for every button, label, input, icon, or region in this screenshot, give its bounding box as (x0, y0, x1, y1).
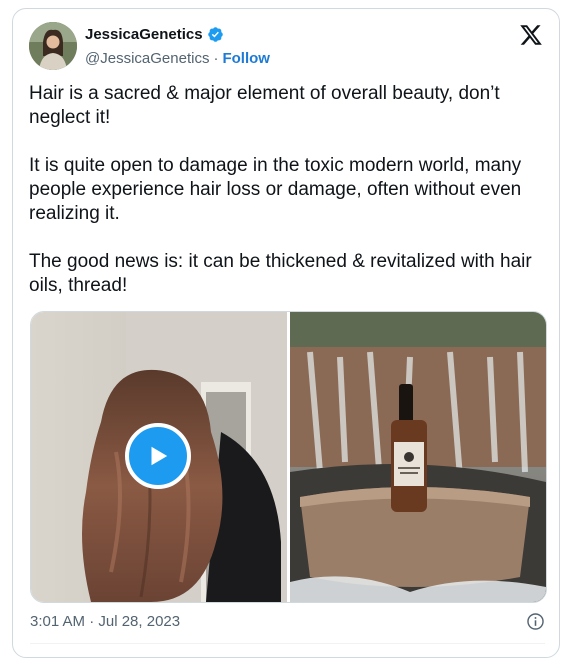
verified-badge-icon (207, 27, 223, 42)
tweet-card: JessicaGenetics @JessicaGenetics · Follo… (12, 8, 560, 658)
tweet-timestamp[interactable]: 3:01 AM · Jul 28, 2023 (30, 613, 180, 630)
play-button[interactable] (125, 423, 191, 489)
avatar[interactable] (29, 22, 77, 70)
author-display-name[interactable]: JessicaGenetics (85, 26, 203, 43)
info-icon[interactable] (526, 612, 545, 631)
play-icon (151, 446, 168, 466)
author-handle[interactable]: @JessicaGenetics (85, 50, 209, 67)
divider (30, 643, 545, 644)
x-logo-icon[interactable] (519, 23, 543, 47)
tweet-text: Hair is a sacred & major element of over… (29, 83, 532, 296)
product-photo[interactable] (290, 312, 546, 602)
author-name-row: JessicaGenetics (85, 26, 224, 43)
media-grid (30, 311, 547, 603)
author-handle-row: @JessicaGenetics · Follow (85, 50, 270, 67)
video-thumbnail[interactable] (31, 312, 287, 602)
follow-button[interactable]: Follow (222, 50, 270, 67)
separator-dot: · (213, 50, 219, 67)
